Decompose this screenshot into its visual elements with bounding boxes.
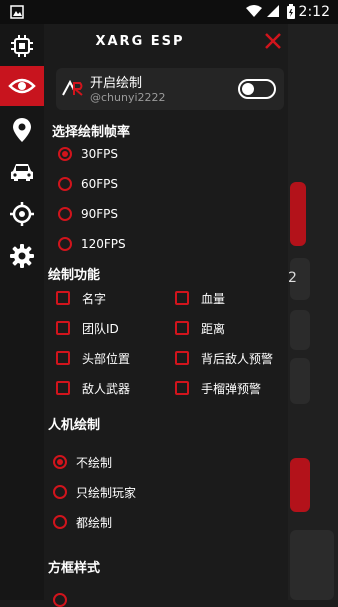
gear-icon — [10, 244, 34, 268]
user-card: 开启绘制 @chunyi2222 — [56, 68, 284, 110]
checkbox[interactable] — [56, 381, 70, 395]
radio-button[interactable] — [58, 177, 72, 191]
checkbox[interactable] — [175, 351, 189, 365]
checkbox-health[interactable]: 血量 — [175, 287, 225, 309]
radio-label: 都绘制 — [76, 515, 113, 530]
radio-button[interactable] — [53, 455, 67, 469]
background-card — [290, 310, 310, 350]
checkbox-distance[interactable]: 距离 — [175, 317, 225, 339]
radio-box-style-partial[interactable] — [53, 593, 67, 607]
toggle-knob — [242, 83, 254, 95]
radio-fps-30[interactable]: 30FPS — [58, 143, 118, 165]
wifi-icon — [246, 5, 262, 17]
sidebar-item-settings[interactable] — [0, 236, 44, 276]
car-icon — [11, 164, 33, 181]
app-title: XARG ESP — [95, 34, 185, 49]
checkbox-label: 距离 — [201, 321, 226, 336]
radio-label: 60FPS — [81, 177, 119, 191]
section-title-bot: 人机绘制 — [48, 418, 101, 433]
checkbox-enemy-weapon[interactable]: 敌人武器 — [56, 377, 130, 399]
sidebar-item-aim[interactable] — [0, 194, 44, 234]
section-title-box: 方框样式 — [48, 561, 101, 576]
checkbox-label: 名字 — [82, 291, 107, 306]
sidebar-item-system[interactable] — [0, 26, 44, 66]
checkbox-head-position[interactable]: 头部位置 — [56, 347, 130, 369]
checkbox-team-id[interactable]: 团队ID — [56, 317, 119, 339]
sidebar-item-esp[interactable] — [0, 66, 44, 106]
radio-bot-players-only[interactable]: 只绘制玩家 — [53, 481, 136, 503]
radio-label: 120FPS — [81, 237, 126, 251]
radio-fps-90[interactable]: 90FPS — [58, 203, 118, 225]
background-app: 2 — [288, 24, 338, 600]
draw-toggle[interactable] — [238, 79, 276, 99]
draw-toggle-label: 开启绘制 — [90, 76, 143, 91]
radio-bot-all[interactable]: 都绘制 — [53, 511, 112, 533]
checkbox-label: 头部位置 — [82, 351, 131, 366]
background-red-button — [290, 458, 310, 512]
checkbox[interactable] — [56, 351, 70, 365]
section-title-fps: 选择绘制帧率 — [52, 125, 131, 140]
radio-button[interactable] — [53, 485, 67, 499]
user-handle: @chunyi2222 — [90, 91, 166, 104]
radio-label: 30FPS — [81, 147, 119, 161]
radio-label: 不绘制 — [76, 455, 113, 470]
checkbox-label: 敌人武器 — [82, 381, 131, 396]
checkbox[interactable] — [56, 291, 70, 305]
radio-label: 90FPS — [81, 207, 119, 221]
background-red-button — [290, 182, 306, 246]
checkbox[interactable] — [175, 321, 189, 335]
chip-icon — [11, 35, 33, 57]
radio-button[interactable] — [58, 147, 72, 161]
checkbox-label: 团队ID — [82, 321, 119, 336]
background-card — [290, 530, 334, 600]
checkbox-label: 血量 — [201, 291, 226, 306]
image-notification-icon — [10, 5, 24, 19]
checkbox[interactable] — [175, 291, 189, 305]
signal-icon — [267, 5, 279, 17]
radio-fps-120[interactable]: 120FPS — [58, 233, 126, 255]
radio-label: 只绘制玩家 — [76, 485, 137, 500]
checkbox-label: 手榴弹预警 — [201, 381, 262, 396]
battery-icon — [287, 4, 295, 19]
background-text: 2 — [288, 270, 297, 286]
background-card — [290, 358, 310, 404]
crosshair-icon — [10, 202, 34, 226]
checkbox-rear-enemy-warning[interactable]: 背后敌人预警 — [175, 347, 273, 369]
checkbox[interactable] — [56, 321, 70, 335]
logo-icon — [62, 80, 83, 96]
radio-button[interactable] — [53, 515, 67, 529]
sidebar-item-vehicle[interactable] — [0, 152, 44, 192]
eye-icon — [8, 78, 36, 94]
radio-bot-none[interactable]: 不绘制 — [53, 451, 112, 473]
radio-fps-60[interactable]: 60FPS — [58, 173, 118, 195]
checkbox-name[interactable]: 名字 — [56, 287, 106, 309]
status-time: 2:12 — [298, 4, 330, 20]
close-icon[interactable] — [262, 30, 284, 52]
radio-button[interactable] — [58, 207, 72, 221]
checkbox[interactable] — [175, 381, 189, 395]
checkbox-label: 背后敌人预警 — [201, 351, 274, 366]
checkbox-grenade-warning[interactable]: 手榴弹预警 — [175, 377, 261, 399]
sidebar-item-location[interactable] — [0, 110, 44, 150]
location-pin-icon — [13, 118, 31, 142]
section-title-draw: 绘制功能 — [48, 268, 101, 283]
sidebar — [0, 24, 44, 600]
status-bar: 2:12 — [0, 0, 338, 24]
radio-button[interactable] — [58, 237, 72, 251]
